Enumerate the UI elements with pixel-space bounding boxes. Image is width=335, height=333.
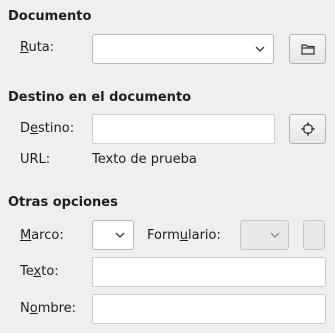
browse-folder-button[interactable] bbox=[289, 34, 326, 64]
formulario-combobox[interactable] bbox=[240, 220, 289, 250]
destino-label: Destino: bbox=[20, 121, 74, 136]
ruta-combobox[interactable] bbox=[92, 34, 274, 64]
nombre-label: Nombre: bbox=[20, 301, 76, 316]
formulario-label-rest: lario: bbox=[188, 228, 221, 243]
destino-label-rest: stino: bbox=[38, 121, 75, 136]
chevron-down-icon bbox=[115, 232, 125, 238]
formulario-label-mnemonic: u bbox=[179, 228, 188, 243]
folder-icon bbox=[300, 44, 315, 55]
destino-section-title: Destino en el documento bbox=[8, 90, 192, 105]
nombre-input[interactable] bbox=[92, 294, 326, 324]
destino-label-mnemonic: e bbox=[30, 121, 39, 136]
texto-input[interactable] bbox=[92, 257, 326, 287]
destino-label-pre: D bbox=[20, 121, 31, 136]
ruta-label-rest: uta: bbox=[28, 40, 55, 55]
url-value: Texto de prueba bbox=[92, 152, 197, 167]
texto-label: Texto: bbox=[20, 264, 59, 279]
texto-label-rest: to: bbox=[41, 264, 59, 279]
crosshair-icon bbox=[300, 122, 315, 136]
otras-opciones-section-title: Otras opciones bbox=[8, 195, 118, 210]
marco-combobox[interactable] bbox=[92, 220, 134, 250]
marco-label-rest: arco: bbox=[31, 228, 64, 243]
documento-section-title: Documento bbox=[8, 9, 92, 24]
chevron-down-icon bbox=[255, 46, 265, 52]
formulario-events-button[interactable] bbox=[303, 220, 325, 250]
nombre-label-pre: N bbox=[20, 301, 30, 316]
destino-input[interactable] bbox=[92, 114, 275, 144]
chevron-down-icon bbox=[270, 232, 280, 238]
target-in-document-button[interactable] bbox=[289, 114, 326, 144]
ruta-label: Ruta: bbox=[20, 40, 54, 55]
texto-label-pre: Te bbox=[20, 264, 34, 279]
nombre-label-mnemonic: o bbox=[29, 301, 38, 316]
formulario-label: Formulario: bbox=[147, 228, 221, 243]
url-label: URL: bbox=[20, 152, 51, 167]
nombre-label-rest: mbre: bbox=[37, 301, 77, 316]
marco-label: Marco: bbox=[20, 228, 64, 243]
marco-label-mnemonic: M bbox=[20, 228, 32, 243]
formulario-label-pre: Form bbox=[147, 228, 180, 243]
